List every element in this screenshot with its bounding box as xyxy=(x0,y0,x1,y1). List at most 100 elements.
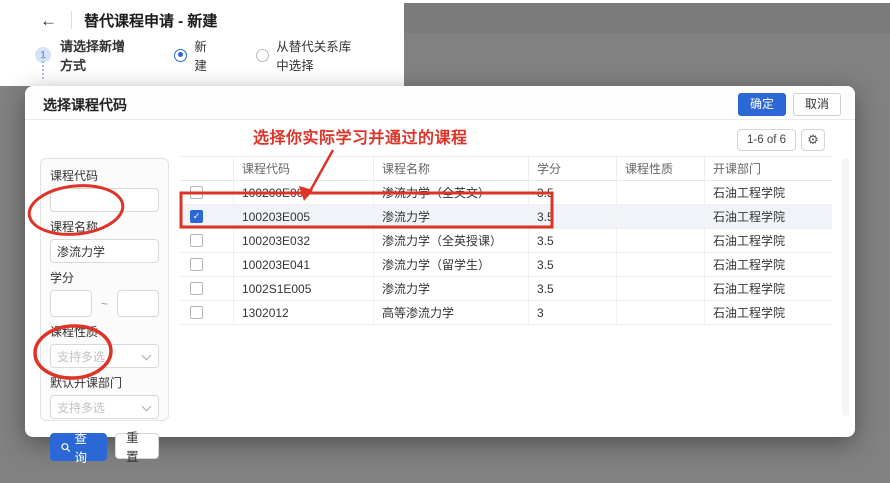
annotation-text: 选择你实际学习并通过的课程 xyxy=(253,124,468,148)
row-checkbox-cell xyxy=(180,253,234,276)
row-checkbox[interactable] xyxy=(190,186,203,199)
credits-min-input[interactable] xyxy=(50,290,92,317)
course-code-input[interactable] xyxy=(50,188,159,212)
cell-department: 石油工程学院 xyxy=(705,205,832,228)
credits-range: ~ xyxy=(50,290,159,317)
row-checkbox-cell xyxy=(180,229,234,252)
row-checkbox[interactable] xyxy=(190,234,203,247)
course-nature-select[interactable]: 支持多选 xyxy=(50,344,159,368)
back-arrow-icon[interactable]: ← xyxy=(40,12,57,29)
cell-nature xyxy=(617,181,705,204)
query-button[interactable]: 查询 xyxy=(50,433,107,461)
step-row: 1 请选择新增方式 新建从替代关系库中选择 xyxy=(35,36,404,74)
cell-department: 石油工程学院 xyxy=(705,301,832,324)
table-row[interactable]: 100203E041渗流力学（留学生）3.5 石油工程学院 xyxy=(180,253,832,277)
cell-name: 高等渗流力学 xyxy=(374,301,529,324)
cell-code: 1302012 xyxy=(234,301,374,324)
cell-department: 石油工程学院 xyxy=(705,253,832,276)
reset-button[interactable]: 重置 xyxy=(115,433,159,459)
department-select[interactable]: 支持多选 xyxy=(50,395,159,419)
credits-max-input[interactable] xyxy=(117,290,159,317)
page-background: ← 替代课程申请 - 新建 1 请选择新增方式 新建从替代关系库中选择 xyxy=(0,0,404,86)
department-placeholder: 支持多选 xyxy=(57,399,105,416)
chevron-down-icon xyxy=(142,402,152,412)
table-row[interactable]: 100203E032渗流力学（全英授课）3.5 石油工程学院 xyxy=(180,229,832,253)
course-name-label: 课程名称 xyxy=(50,218,159,235)
header-divider xyxy=(71,11,72,29)
table-row[interactable]: ✓ 100203E005渗流力学3.5 石油工程学院 xyxy=(180,205,832,229)
header-course-nature: 课程性质 xyxy=(617,157,705,180)
cell-credits: 3.5 xyxy=(529,205,617,228)
query-button-label: 查询 xyxy=(74,428,96,466)
cell-name: 渗流力学（全英文） xyxy=(374,181,529,204)
cell-department: 石油工程学院 xyxy=(705,181,832,204)
cell-code: 100203E005 xyxy=(234,205,374,228)
cell-nature xyxy=(617,277,705,300)
search-icon xyxy=(61,442,70,453)
gear-icon[interactable]: ⚙ xyxy=(801,129,825,151)
cell-credits: 3.5 xyxy=(529,181,617,204)
cell-code: 1002S1E005 xyxy=(234,277,374,300)
course-nature-label: 课程性质 xyxy=(50,323,159,340)
row-checkbox[interactable] xyxy=(190,306,203,319)
radio-icon xyxy=(256,49,269,62)
chevron-down-icon xyxy=(142,351,152,361)
cell-name: 渗流力学（全英授课） xyxy=(374,229,529,252)
page-header: ← 替代课程申请 - 新建 xyxy=(40,8,217,32)
dialog-title: 选择课程代码 xyxy=(43,95,127,115)
step-label: 请选择新增方式 xyxy=(60,36,136,74)
header-course-name: 课程名称 xyxy=(374,157,529,180)
cell-credits: 3 xyxy=(529,301,617,324)
scrollbar-track[interactable] xyxy=(842,158,849,416)
table-row[interactable]: 1002S1E005渗流力学3.5 石油工程学院 xyxy=(180,277,832,301)
header-course-code: 课程代码 xyxy=(234,157,374,180)
cell-nature xyxy=(617,301,705,324)
course-table-body: 100200E009渗流力学（全英文）3.5石油工程学院✓100203E005渗… xyxy=(180,181,832,325)
cell-code: 100200E009 xyxy=(234,181,374,204)
cell-credits: 3.5 xyxy=(529,229,617,252)
radio-option[interactable]: 从替代关系库中选择 xyxy=(256,36,356,74)
dialog-actions: 确定 取消 xyxy=(738,93,841,116)
row-checkbox[interactable]: ✓ xyxy=(190,210,203,223)
confirm-button[interactable]: 确定 xyxy=(738,93,786,116)
cell-nature xyxy=(617,229,705,252)
table-header-row: 课程代码 课程名称 学分 课程性质 开课部门 xyxy=(180,156,832,181)
cell-department: 石油工程学院 xyxy=(705,277,832,300)
department-label: 默认开课部门 xyxy=(50,374,159,391)
course-code-label: 课程代码 xyxy=(50,167,159,184)
filter-panel: 课程代码 课程名称 学分 ~ 课程性质 支持多选 默认开课部门 支持多选 查 xyxy=(40,158,169,421)
dialog-header: 选择课程代码 确定 取消 xyxy=(25,86,855,120)
cell-nature xyxy=(617,253,705,276)
step-connector-dots xyxy=(42,57,44,79)
cell-name: 渗流力学（留学生） xyxy=(374,253,529,276)
radio-option[interactable]: 新建 xyxy=(174,36,208,74)
course-name-input[interactable] xyxy=(50,239,159,263)
cell-code: 100203E041 xyxy=(234,253,374,276)
cell-code: 100203E032 xyxy=(234,229,374,252)
radio-option-label: 从替代关系库中选择 xyxy=(276,36,356,74)
select-course-dialog: 选择课程代码 确定 取消 选择你实际学习并通过的课程 1-6 of 6 ⚙ 课程… xyxy=(25,86,855,437)
pagination-range: 1-6 of 6 xyxy=(737,129,796,151)
cell-name: 渗流力学 xyxy=(374,205,529,228)
cell-credits: 3.5 xyxy=(529,277,617,300)
row-checkbox[interactable] xyxy=(190,258,203,271)
row-checkbox-cell: ✓ xyxy=(180,205,234,228)
pagination: 1-6 of 6 ⚙ xyxy=(737,129,825,151)
cell-credits: 3.5 xyxy=(529,253,617,276)
cell-name: 渗流力学 xyxy=(374,277,529,300)
row-checkbox[interactable] xyxy=(190,282,203,295)
row-checkbox-cell xyxy=(180,181,234,204)
table-row[interactable]: 100200E009渗流力学（全英文）3.5 石油工程学院 xyxy=(180,181,832,205)
header-checkbox-cell xyxy=(180,157,234,180)
course-nature-placeholder: 支持多选 xyxy=(57,348,105,365)
step-options: 新建 从替代关系库中选择 xyxy=(174,36,404,74)
header-credits: 学分 xyxy=(529,157,617,180)
cell-department: 石油工程学院 xyxy=(705,229,832,252)
header-department: 开课部门 xyxy=(705,157,832,180)
cancel-button[interactable]: 取消 xyxy=(793,93,841,116)
filter-buttons: 查询 重置 xyxy=(50,433,159,461)
table-row[interactable]: 1302012高等渗流力学3 石油工程学院 xyxy=(180,301,832,325)
radio-option-label: 新建 xyxy=(194,36,208,74)
row-checkbox-cell xyxy=(180,301,234,324)
backdrop-shade xyxy=(404,3,890,33)
